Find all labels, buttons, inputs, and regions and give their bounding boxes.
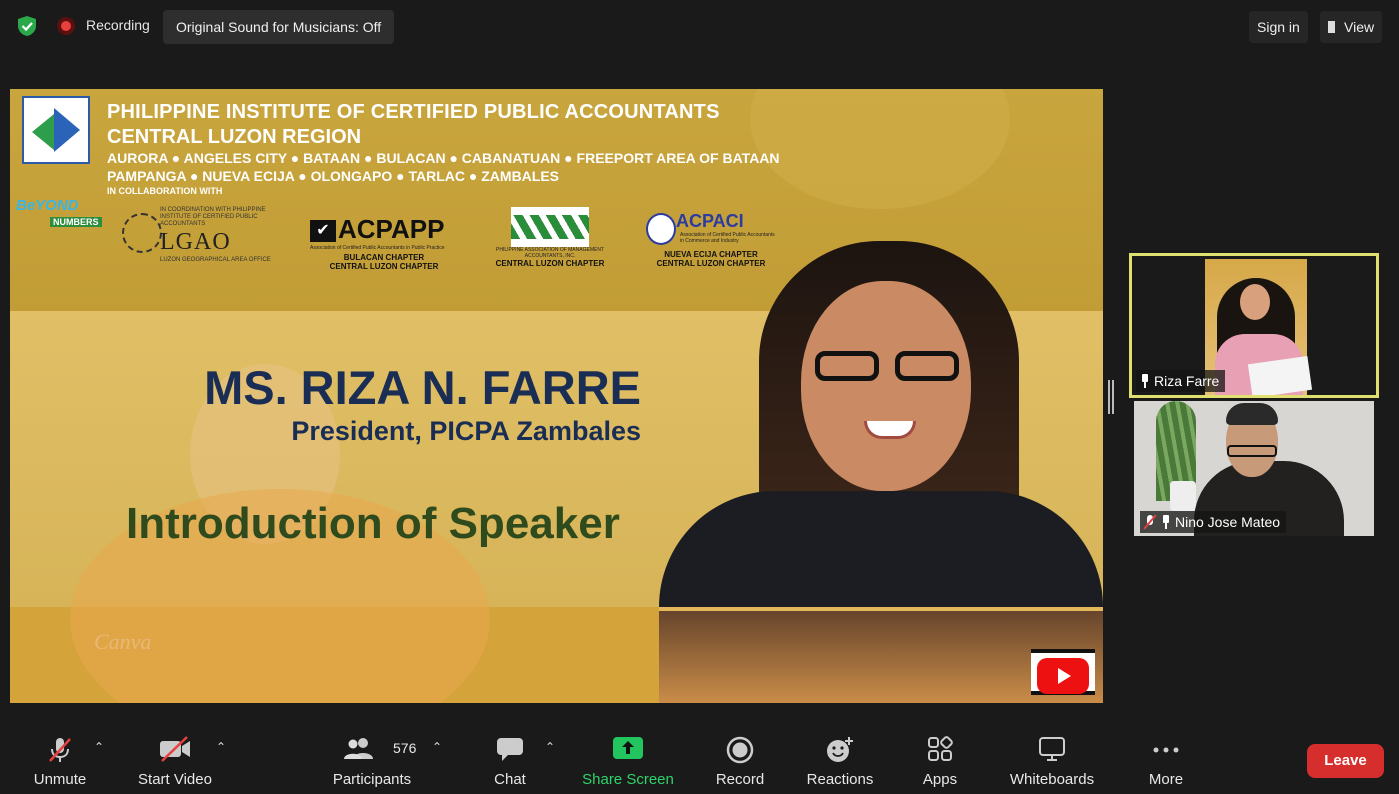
whiteboards-button[interactable]: Whiteboards [1002,722,1102,794]
meeting-top-bar: Recording Original Sound for Musicians: … [0,0,1399,52]
pama-logo: PHILIPPINE ASSOCIATION OF MANAGEMENT ACC… [495,207,605,268]
canva-watermark: Canva [94,629,152,654]
participant-name-tag: Nino Jose Mateo [1140,511,1287,533]
share-screen-label: Share Screen [582,771,674,788]
pama-emblem-icon [511,207,589,247]
sign-in-button[interactable]: Sign in [1249,11,1308,43]
acpapp-logo: ACPAPP Association of Certified Public A… [310,214,458,271]
start-video-label: Start Video [138,771,212,788]
whiteboard-icon [1039,737,1065,761]
record-label: Record [715,771,765,788]
apps-label: Apps [922,771,958,788]
slide-chapters-line1: AURORA ● ANGELES CITY ● BATAAN ● BULACAN… [107,150,780,166]
beyond-numbers-logo: BeYOND [16,197,79,214]
reactions-label: Reactions [806,771,874,788]
view-button-label: View [1344,19,1375,35]
slide-collab-label: IN COLLABORATION WITH [107,186,223,196]
participant-name-tag: Riza Farre [1136,370,1226,392]
speaker-name: MS. RIZA N. FARRE [204,361,641,414]
view-button[interactable]: View [1320,11,1383,43]
speaker-role: President, PICPA Zambales [291,416,641,446]
panel-resize-handle[interactable] [1108,380,1114,414]
reactions-emoji-icon [827,737,853,762]
shared-screen: PHILIPPINE INSTITUTE OF CERTIFIED PUBLIC… [10,89,1103,703]
lgao-emblem-icon [122,213,162,253]
pin-icon [1140,374,1150,388]
participant-name: Nino Jose Mateo [1175,514,1281,530]
speaker-photo [659,241,1103,607]
apps-icon [928,736,953,761]
participants-icon [343,738,373,759]
slide-org-region: CENTRAL LUZON REGION [107,126,362,148]
participants-count: 576 [393,740,417,756]
reactions-button[interactable]: Reactions [800,722,880,794]
youtube-icon [1031,649,1095,695]
chat-label: Chat [494,771,526,788]
whiteboards-label: Whiteboards [1009,771,1095,788]
audio-options-caret[interactable]: ⌃ [94,740,104,754]
security-shield-icon[interactable] [17,15,37,37]
meeting-toolbar: Unmute ⌃ Start Video ⌃ Participants 576 … [0,722,1399,794]
slide-chapters-line2: PAMPANGA ● NUEVA ECIJA ● OLONGAPO ● TARL… [107,168,560,184]
chat-icon [497,738,523,761]
participant-tile[interactable]: Riza Farre [1129,253,1379,398]
muted-mic-icon [1144,515,1156,529]
video-options-caret[interactable]: ⌃ [216,740,226,754]
original-sound-button[interactable]: Original Sound for Musicians: Off [163,10,395,44]
participant-name: Riza Farre [1154,373,1220,389]
participant-tile[interactable]: Nino Jose Mateo [1134,401,1374,536]
leave-button[interactable]: Leave [1307,744,1384,778]
apps-button[interactable]: Apps [910,722,970,794]
recording-indicator-icon [57,17,75,35]
share-screen-icon [613,737,643,759]
video-off-icon [160,736,190,762]
chat-options-caret[interactable]: ⌃ [545,740,555,754]
slide-heading: Introduction of Speaker [126,499,620,548]
more-button[interactable]: More [1136,722,1196,794]
more-label: More [1148,771,1184,788]
participants-options-caret[interactable]: ⌃ [432,740,442,754]
beyond-numbers-sub: NUMBERS [50,217,102,227]
record-button[interactable]: Record [705,722,775,794]
chat-button[interactable]: Chat [480,722,540,794]
unmute-button[interactable]: Unmute [20,722,100,794]
picpa-logo [22,96,90,164]
record-icon [726,736,754,764]
unmute-label: Unmute [33,771,87,788]
view-layout-icon [1328,21,1338,33]
pin-icon [1161,515,1171,529]
start-video-button[interactable]: Start Video [130,722,220,794]
more-dots-icon [1153,747,1179,753]
lgao-logo: IN COORDINATION WITH PHILIPPINE INSTITUT… [122,207,282,269]
participants-button[interactable]: Participants [327,722,417,794]
share-screen-button[interactable]: Share Screen [580,722,676,794]
recording-label: Recording [86,17,150,33]
muted-microphone-icon [49,738,71,762]
slide-org-title: PHILIPPINE INSTITUTE OF CERTIFIED PUBLIC… [107,101,720,123]
participants-label: Participants [332,771,412,788]
